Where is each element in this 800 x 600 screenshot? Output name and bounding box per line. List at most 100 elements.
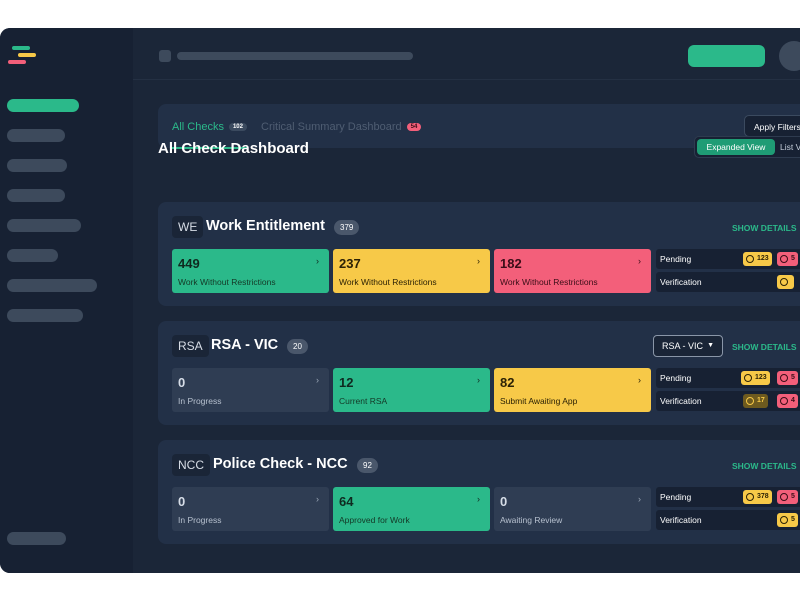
pending-row[interactable]: Pending 123 5 — [656, 249, 800, 269]
stat-label: Work Without Restrictions — [500, 277, 598, 287]
clock-icon — [746, 493, 754, 501]
sidebar-item[interactable] — [7, 249, 58, 262]
list-view-option[interactable]: List View — [780, 139, 800, 155]
stat-value: 182 — [500, 256, 522, 271]
show-details-link[interactable]: SHOW DETAILS — [732, 223, 797, 233]
stat-card[interactable]: 449 › Work Without Restrictions — [172, 249, 329, 293]
stat-value: 64 — [339, 494, 354, 509]
clock-icon — [780, 374, 788, 382]
stat-card[interactable]: 0 › Awaiting Review — [494, 487, 651, 531]
region-select[interactable]: RSA - VIC ▼ — [653, 335, 723, 357]
tab-all-checks[interactable]: All Checks 102 — [172, 121, 247, 133]
verification-label: Verification — [660, 396, 702, 406]
section-count-badge: 92 — [357, 458, 378, 473]
sidebar-item[interactable] — [7, 159, 67, 172]
clock-icon — [780, 493, 788, 501]
stat-value: 82 — [500, 375, 515, 390]
sidebar-item[interactable] — [7, 189, 65, 202]
stat-value: 0 — [178, 494, 186, 509]
pending-label: Pending — [660, 254, 692, 264]
clock-icon — [744, 374, 752, 382]
verification-count-chip: 5 — [777, 513, 798, 527]
app-window: All Checks 102 Critical Summary Dashboar… — [0, 28, 800, 573]
expanded-view-option[interactable]: Expanded View — [697, 139, 775, 155]
clock-icon — [746, 397, 754, 405]
tab-count-badge: 102 — [228, 123, 247, 131]
stat-card[interactable]: 82 › Submit Awaiting App — [494, 368, 651, 412]
chevron-right-icon: › — [477, 256, 480, 266]
show-details-link[interactable]: SHOW DETAILS — [732, 461, 797, 471]
chevron-right-icon: › — [638, 494, 641, 504]
clock-icon — [780, 278, 788, 286]
clock-icon — [780, 255, 788, 263]
verification-label: Verification — [660, 277, 702, 287]
urgent-count-chip: 5 — [777, 490, 798, 504]
clock-icon — [746, 255, 754, 263]
apply-filters-button[interactable]: Apply Filters — [744, 115, 800, 137]
pending-row[interactable]: Pending 378 5 — [656, 487, 800, 507]
stat-label: In Progress — [178, 515, 222, 525]
urgent-count-chip: 5 — [777, 371, 798, 385]
pending-label: Pending — [660, 492, 692, 502]
stat-card[interactable]: 0 › In Progress — [172, 487, 329, 531]
caret-down-icon: ▼ — [707, 342, 714, 349]
chevron-right-icon: › — [477, 375, 480, 385]
stat-card[interactable]: 64 › Approved for Work — [333, 487, 490, 531]
pending-count-chip: 123 — [743, 252, 772, 266]
sidebar-item[interactable] — [7, 219, 81, 232]
stat-card[interactable]: 182 › Work Without Restrictions — [494, 249, 651, 293]
pending-count-chip: 378 — [743, 490, 772, 504]
verification-count-chip: 17 — [743, 394, 768, 408]
verification-row[interactable]: Verification 17 4 — [656, 391, 800, 411]
clock-icon — [780, 397, 788, 405]
stat-card[interactable]: 12 › Current RSA — [333, 368, 490, 412]
stat-value: 449 — [178, 256, 200, 271]
tab-count-badge: 54 — [406, 123, 422, 131]
section-work-entitlement: WE Work Entitlement 379 SHOW DETAILS 449… — [158, 202, 800, 306]
stat-value: 0 — [500, 494, 508, 509]
section-rsa-vic: RSA RSA - VIC 20 RSA - VIC ▼ SHOW DETAIL… — [158, 321, 800, 425]
stat-label: Work Without Restrictions — [178, 277, 276, 287]
primary-action-button[interactable] — [688, 45, 765, 67]
breadcrumb-icon — [159, 50, 171, 62]
top-bar — [133, 28, 800, 80]
chevron-right-icon: › — [477, 494, 480, 504]
chevron-right-icon: › — [316, 375, 319, 385]
section-title: Police Check - NCC — [213, 456, 348, 472]
sidebar-item[interactable] — [7, 309, 83, 322]
pending-count-chip: 123 — [741, 371, 770, 385]
sidebar-item[interactable] — [7, 129, 65, 142]
stat-label: Approved for Work — [339, 515, 410, 525]
stat-label: In Progress — [178, 396, 222, 406]
chevron-right-icon: › — [316, 256, 319, 266]
tab-label: All Checks — [172, 121, 224, 133]
show-details-link[interactable]: SHOW DETAILS — [732, 342, 797, 352]
region-select-value: RSA - VIC — [662, 341, 704, 351]
chevron-right-icon: › — [638, 256, 641, 266]
stat-card[interactable]: 0 › In Progress — [172, 368, 329, 412]
sidebar-item-active[interactable] — [7, 99, 79, 112]
section-count-badge: 379 — [334, 220, 360, 235]
section-abbr: NCC — [172, 454, 210, 476]
section-count-badge: 20 — [287, 339, 308, 354]
verification-count-chip — [777, 275, 794, 289]
urgent-count-chip: 4 — [777, 394, 798, 408]
tab-critical-summary[interactable]: Critical Summary Dashboard 54 — [261, 121, 422, 133]
clock-icon — [780, 516, 788, 524]
chevron-right-icon: › — [316, 494, 319, 504]
sidebar-item[interactable] — [7, 279, 97, 292]
stat-value: 12 — [339, 375, 354, 390]
avatar[interactable] — [779, 41, 800, 71]
section-police-check: NCC Police Check - NCC 92 SHOW DETAILS 0… — [158, 440, 800, 544]
stat-label: Submit Awaiting App — [500, 396, 578, 406]
view-toggle: Expanded View List View — [694, 136, 800, 158]
verification-row[interactable]: Verification — [656, 272, 800, 292]
pending-row[interactable]: Pending 123 5 — [656, 368, 800, 388]
stat-value: 0 — [178, 375, 186, 390]
section-abbr: RSA — [172, 335, 209, 357]
verification-row[interactable]: Verification 5 — [656, 510, 800, 530]
sidebar — [0, 28, 133, 573]
sidebar-footer-item[interactable] — [7, 532, 66, 545]
stat-card[interactable]: 237 › Work Without Restrictions — [333, 249, 490, 293]
tab-label: Critical Summary Dashboard — [261, 121, 402, 133]
